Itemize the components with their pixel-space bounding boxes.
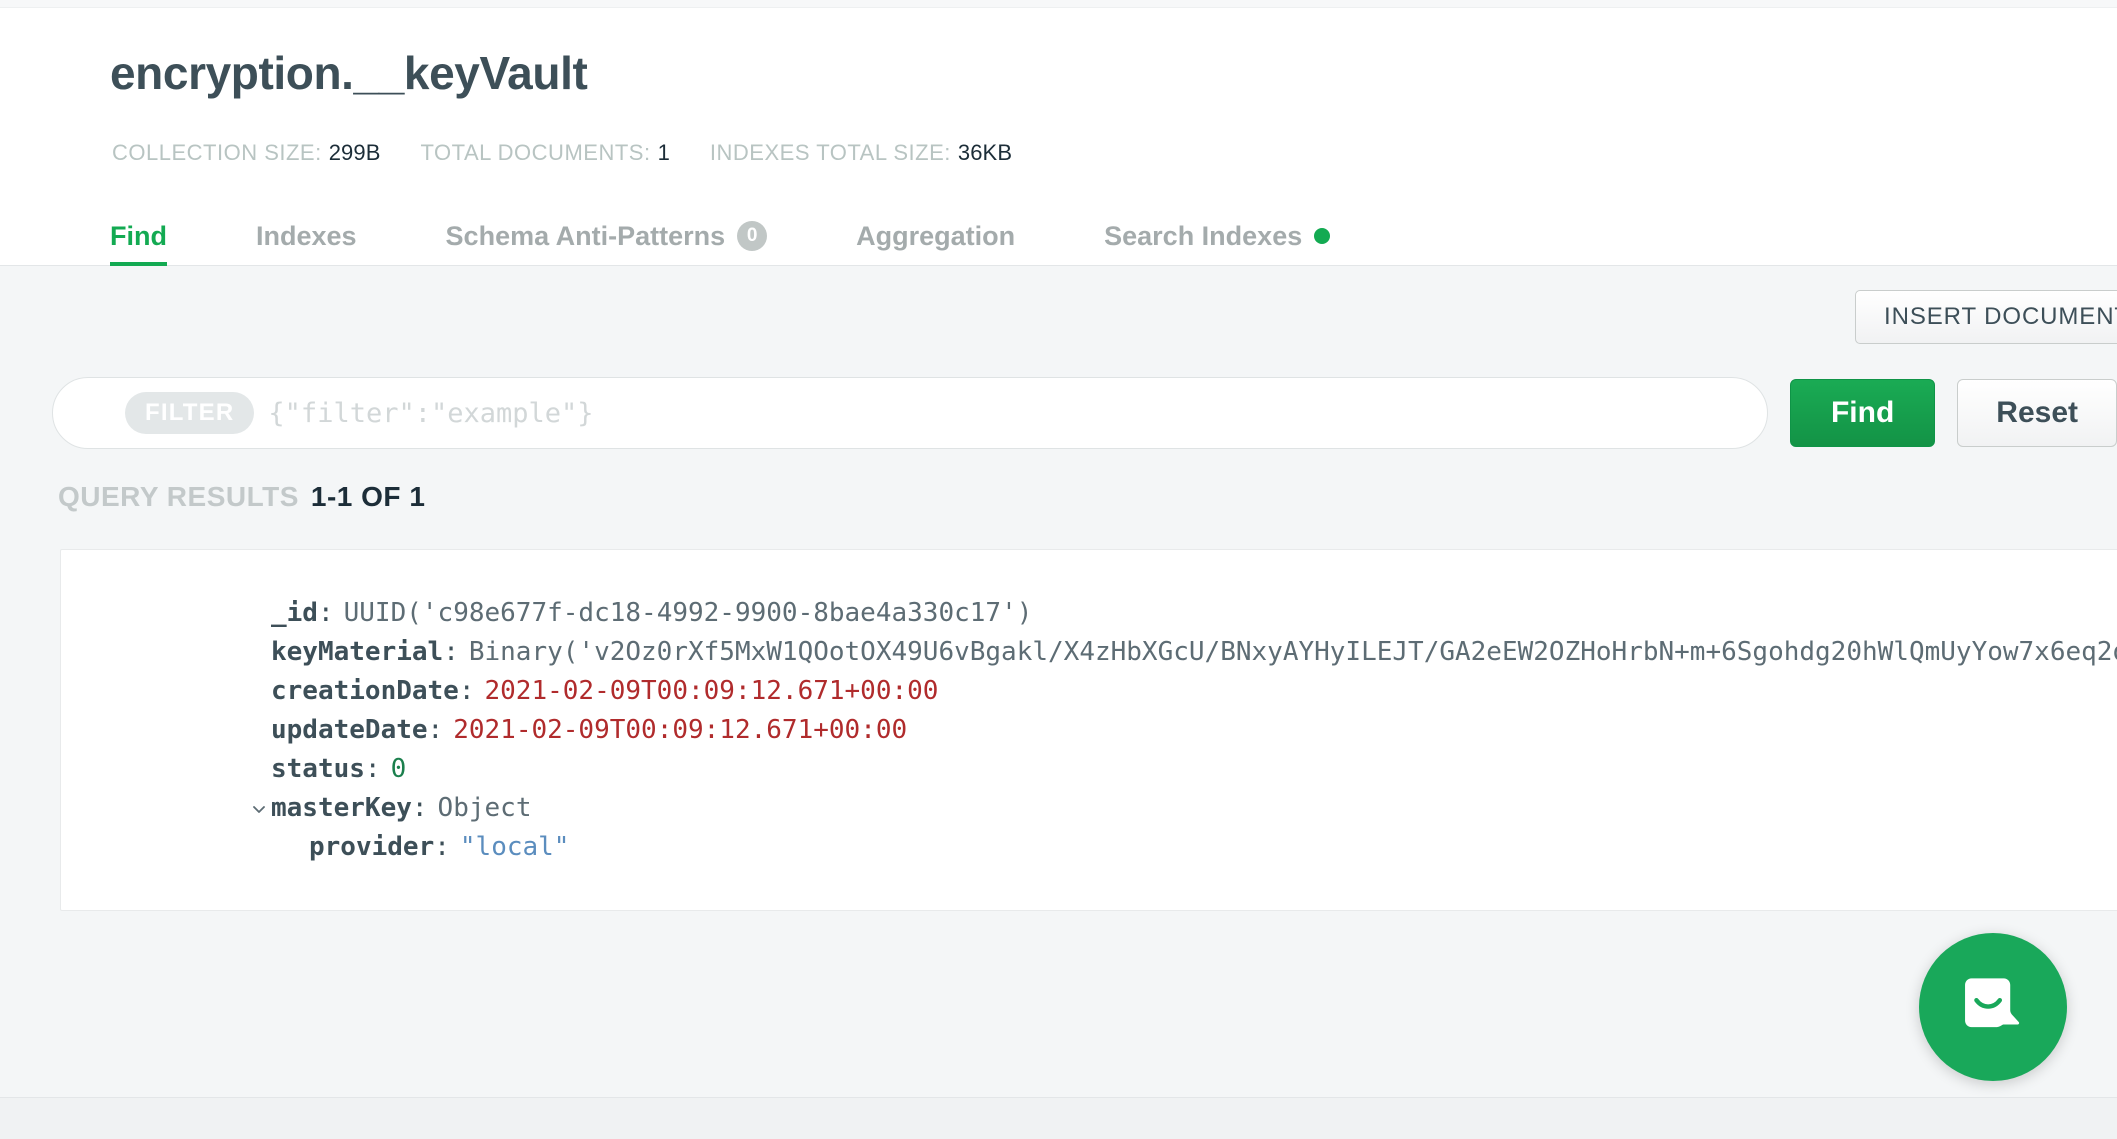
stat-label: TOTAL DOCUMENTS: <box>420 140 651 165</box>
tab-label: Indexes <box>255 220 357 251</box>
field-colon: : <box>458 676 475 706</box>
tab-schema-anti-patterns[interactable]: Schema Anti-Patterns 0 <box>446 206 768 266</box>
field-value: 2021-02-09T00:09:12.671+00:00 <box>484 676 939 706</box>
field-key: provider <box>309 832 435 862</box>
tab-label: Schema Anti-Patterns <box>445 220 726 251</box>
field-key: keyMaterial <box>271 637 444 667</box>
field-value: Object <box>437 793 532 823</box>
find-panel: INSERT DOCUMENT FILTER {"filter":"exampl… <box>0 266 2117 1139</box>
document-field-provider: provider: "local" <box>271 828 2117 867</box>
field-value: "local" <box>459 832 570 862</box>
stat-total-documents: TOTAL DOCUMENTS: 1 <box>421 140 670 166</box>
field-value: 0 <box>390 754 407 784</box>
tab-find[interactable]: Find <box>110 206 167 266</box>
document-field-updateDate: updateDate:2021-02-09T00:09:12.671+00:00 <box>271 711 2117 750</box>
query-results-label: QUERY RESULTS 1-1 OF 1 <box>58 481 425 513</box>
stat-collection-size: COLLECTION SIZE: 299B <box>112 140 381 166</box>
collection-page: encryption.__keyVault COLLECTION SIZE: 2… <box>0 0 2117 1139</box>
chevron-down-icon[interactable] <box>249 799 269 819</box>
tab-aggregation[interactable]: Aggregation <box>856 206 1015 266</box>
field-key: updateDate <box>271 715 428 745</box>
filter-pill-label: FILTER <box>125 392 255 434</box>
document-field-status: status:0 <box>271 750 2117 789</box>
document-card: _id: UUID('c98e677f-dc18-4992-9900-8bae4a… <box>60 549 2117 911</box>
tab-label: Search Indexes <box>1104 220 1303 251</box>
stat-value: 299B <box>328 140 381 165</box>
field-value: UUID('c98e677f-dc18-4992-9900-8bae4a330c… <box>343 598 1033 628</box>
document-field-list: _id: UUID('c98e677f-dc18-4992-9900-8bae4a… <box>61 550 2117 867</box>
find-button[interactable]: Find <box>1789 379 1936 447</box>
filter-placeholder-text: {"filter":"example"} <box>268 397 594 429</box>
stat-value: 36KB <box>957 140 1013 165</box>
search-indexes-status-dot <box>1314 228 1331 244</box>
chat-bubble-button[interactable] <box>1919 933 2067 1081</box>
field-colon: : <box>364 754 381 784</box>
reset-button[interactable]: Reset <box>1957 379 2117 447</box>
page-title: encryption.__keyVault <box>110 47 588 99</box>
query-results-static-text: QUERY RESULTS <box>58 481 299 512</box>
field-key: masterKey <box>271 793 412 823</box>
query-bar: FILTER {"filter":"example"} Find Reset <box>52 369 2117 457</box>
tab-label: Aggregation <box>856 220 1016 251</box>
tab-indexes[interactable]: Indexes <box>256 206 357 266</box>
collection-tabs: Find Indexes Schema Anti-Patterns 0 Aggr… <box>110 206 1331 266</box>
filter-input[interactable]: FILTER {"filter":"example"} <box>52 377 1768 449</box>
status-bar <box>0 1097 2117 1139</box>
field-key: creationDate <box>271 676 459 706</box>
stat-indexes-total-size: INDEXES TOTAL SIZE: 36KB <box>710 140 1012 166</box>
collection-header: encryption.__keyVault COLLECTION SIZE: 2… <box>0 8 2117 266</box>
field-colon: : <box>434 832 450 862</box>
field-value: 2021-02-09T00:09:12.671+00:00 <box>453 715 908 745</box>
chat-bubble-icon <box>1965 978 2020 1028</box>
field-key: _id <box>271 598 318 628</box>
field-value: Binary('v2Oz0rXf5MxW1QOotOX49U6vBgakl/X4… <box>468 637 2117 667</box>
document-field-masterKey: masterKey: Object <box>253 789 2117 828</box>
document-field-creationDate: creationDate:2021-02-09T00:09:12.671+00:… <box>271 672 2117 711</box>
documents-toolbar: INSERT DOCUMENT <box>1855 290 2117 344</box>
field-colon: : <box>411 793 428 823</box>
field-key: status <box>271 754 365 784</box>
stat-value: 1 <box>657 140 670 165</box>
collection-stats: COLLECTION SIZE: 299B TOTAL DOCUMENTS: 1… <box>112 140 1012 166</box>
query-results-range: 1-1 OF 1 <box>310 481 426 512</box>
tab-label: Find <box>110 220 167 251</box>
window-top-strip <box>0 0 2117 8</box>
field-colon: : <box>443 637 459 667</box>
field-colon: : <box>317 598 334 628</box>
insert-document-button[interactable]: INSERT DOCUMENT <box>1855 290 2117 344</box>
document-field-_id: _id: UUID('c98e677f-dc18-4992-9900-8bae4a… <box>271 594 2117 633</box>
schema-anti-patterns-badge: 0 <box>737 221 768 251</box>
tab-search-indexes[interactable]: Search Indexes <box>1104 206 1331 266</box>
stat-label: INDEXES TOTAL SIZE: <box>709 140 951 165</box>
document-field-keyMaterial: keyMaterial: Binary('v2Oz0rXf5MxW1QOotOX4… <box>271 633 2117 672</box>
stat-label: COLLECTION SIZE: <box>112 140 322 165</box>
field-colon: : <box>427 715 444 745</box>
